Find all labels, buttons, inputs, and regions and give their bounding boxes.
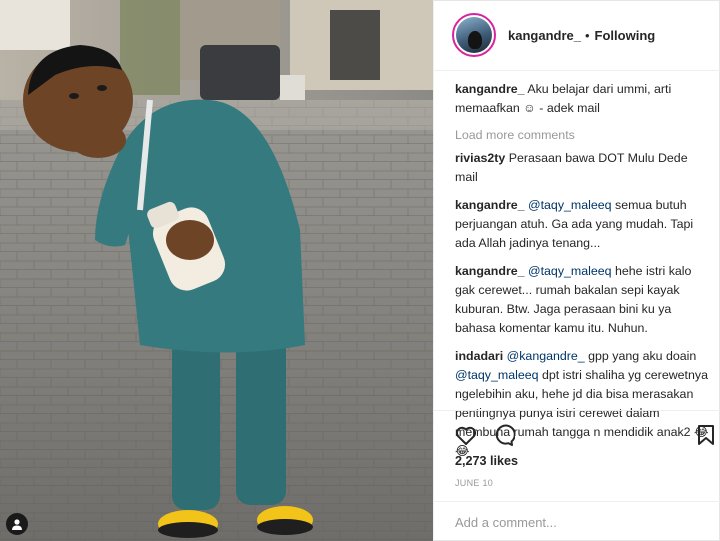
- comment-item: kangandre_ @taqy_maleeq hehe istri kalo …: [455, 262, 713, 338]
- comment-mention-link[interactable]: @taqy_maleeq: [528, 198, 612, 212]
- caption-username[interactable]: kangandre_: [455, 82, 525, 96]
- comment-item: rivias2ty Perasaan bawa DOT Mulu Dede ma…: [455, 149, 713, 187]
- post-details-panel: kangandre_ • Following kangandre_ Aku be…: [433, 0, 720, 541]
- likes-count[interactable]: 2,273 likes: [455, 454, 518, 468]
- comment-username[interactable]: indadari: [455, 349, 503, 363]
- post-header: kangandre_ • Following: [434, 0, 720, 71]
- comment-username[interactable]: kangandre_: [455, 264, 525, 278]
- person-tag-icon[interactable]: [6, 513, 28, 535]
- following-button[interactable]: Following: [595, 28, 656, 43]
- comment-mention-link[interactable]: @taqy_maleeq: [528, 264, 612, 278]
- comment-username[interactable]: kangandre_: [455, 198, 525, 212]
- post-date: JUNE 10: [455, 478, 494, 488]
- comment-username[interactable]: rivias2ty: [455, 151, 505, 165]
- comment-mention-link[interactable]: @kangandre_: [507, 349, 585, 363]
- bookmark-icon[interactable]: [694, 423, 718, 447]
- comment-mention-link[interactable]: @taqy_maleeq: [455, 368, 539, 382]
- load-more-comments-button[interactable]: Load more comments: [455, 126, 713, 145]
- post-photo[interactable]: [0, 0, 433, 541]
- header-username[interactable]: kangandre_: [508, 28, 581, 43]
- comment-text: gpp yang aku doain: [588, 349, 697, 363]
- header-separator: •: [584, 27, 590, 43]
- comment-item: kangandre_ @taqy_maleeq semua butuh perj…: [455, 196, 713, 253]
- add-comment-input[interactable]: [455, 514, 695, 530]
- avatar-image: [456, 17, 492, 53]
- post-actions-section: 2,273 likes JUNE 10: [434, 410, 720, 541]
- heart-icon[interactable]: [454, 423, 478, 447]
- add-comment-bar: [434, 501, 720, 541]
- speech-bubble-icon[interactable]: [491, 423, 516, 447]
- caption: kangandre_ Aku belajar dari ummi, arti m…: [455, 80, 713, 118]
- avatar[interactable]: [452, 13, 496, 57]
- action-bar: [454, 423, 716, 449]
- post-image: [0, 0, 433, 541]
